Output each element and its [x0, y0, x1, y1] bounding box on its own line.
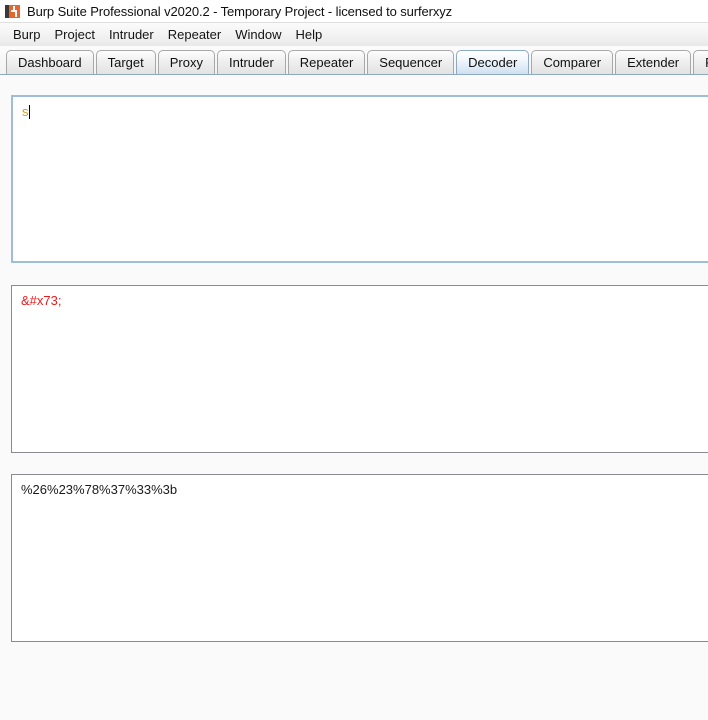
tab-comparer[interactable]: Comparer	[531, 50, 614, 74]
menu-item-repeater[interactable]: Repeater	[161, 25, 228, 44]
decoder-panel: s &#x73; %26%23%78%37%33%3b	[0, 75, 708, 720]
tab-proxy[interactable]: Proxy	[157, 50, 215, 74]
decoder-encoded-value: &#x73;	[21, 293, 62, 308]
window-title: Burp Suite Professional v2020.2 - Tempor…	[27, 3, 453, 19]
tab-target[interactable]: Target	[95, 50, 156, 74]
decoder-encoded-textarea[interactable]: &#x73;	[11, 285, 708, 453]
menu-item-window[interactable]: Window	[228, 25, 288, 44]
tab-dashboard[interactable]: Dashboard	[6, 50, 94, 74]
tab-intruder[interactable]: Intruder	[216, 50, 286, 74]
decoder-output-textarea[interactable]: %26%23%78%37%33%3b	[11, 474, 708, 642]
menu-item-burp[interactable]: Burp	[6, 25, 47, 44]
decoder-input-text-line: s	[13, 97, 708, 120]
main-tab-bar: Dashboard Target Proxy Intruder Repeater…	[0, 46, 708, 75]
menu-item-help[interactable]: Help	[288, 25, 329, 44]
decoder-encoded-text-line: &#x73;	[12, 286, 708, 309]
tab-extender[interactable]: Extender	[615, 50, 692, 74]
menu-item-intruder[interactable]: Intruder	[102, 25, 161, 44]
menu-bar: Burp Project Intruder Repeater Window He…	[0, 22, 708, 46]
window-titlebar: Burp Suite Professional v2020.2 - Tempor…	[0, 0, 708, 22]
menu-item-project[interactable]: Project	[47, 25, 101, 44]
decoder-output-text-line: %26%23%78%37%33%3b	[12, 475, 708, 498]
burp-suite-icon	[5, 4, 21, 19]
decoder-input-value: s	[22, 104, 29, 119]
tab-sequencer[interactable]: Sequencer	[367, 50, 455, 74]
tab-project[interactable]: Project	[693, 50, 708, 74]
decoder-output-value: %26%23%78%37%33%3b	[21, 482, 178, 497]
decoder-input-textarea[interactable]: s	[11, 95, 708, 263]
tab-repeater[interactable]: Repeater	[287, 50, 366, 74]
tab-decoder[interactable]: Decoder	[456, 50, 530, 74]
